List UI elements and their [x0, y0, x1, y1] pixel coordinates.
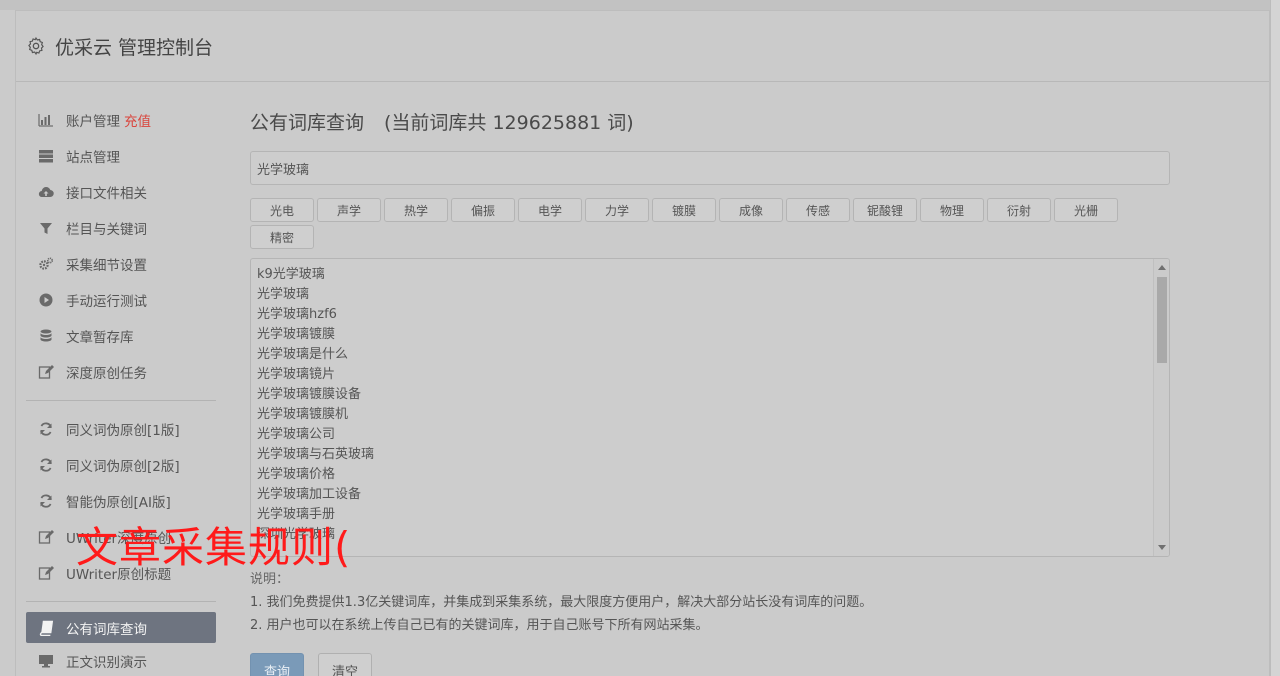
- result-line: k9光学玻璃: [257, 267, 325, 282]
- query-button[interactable]: 查询: [250, 653, 304, 676]
- tag-button[interactable]: 热学: [384, 198, 448, 222]
- tag-button[interactable]: 铌酸锂: [853, 198, 917, 222]
- tag-button[interactable]: 电学: [518, 198, 582, 222]
- sidebar-item[interactable]: 文章暂存库: [26, 318, 216, 354]
- result-scrollbar[interactable]: [1153, 259, 1169, 556]
- action-buttons: 查询 清空: [250, 653, 1170, 676]
- sidebar-item[interactable]: 同义词伪原创[1版]: [26, 411, 216, 447]
- category-tags: 光电 声学 热学 偏振 电学 力学 镀膜 成像 传感 铌酸锂 物理 衍射 光栅精密: [250, 198, 1170, 249]
- tag-button[interactable]: 传感: [786, 198, 850, 222]
- tag-button[interactable]: 力学: [585, 198, 649, 222]
- gears-icon: [37, 256, 55, 272]
- clear-button[interactable]: 清空: [318, 653, 372, 676]
- tag-button[interactable]: 物理: [920, 198, 984, 222]
- result-line: 光学玻璃加工设备: [257, 487, 362, 502]
- filter-icon: [37, 220, 55, 236]
- recharge-link[interactable]: 充值: [124, 110, 151, 130]
- notes: 说明： 1. 我们免费提供1.3亿关键词库，并集成到采集系统，最大限度方便用户，…: [250, 568, 1170, 637]
- page-heading-text: 公有词库查询: [250, 112, 365, 134]
- refresh-icon: [37, 421, 55, 437]
- app-title: 优采云 管理控制台: [55, 36, 214, 59]
- scroll-thumb[interactable]: [1157, 277, 1167, 363]
- tag-button[interactable]: 声学: [317, 198, 381, 222]
- tag-button[interactable]: 衍射: [987, 198, 1051, 222]
- result-line: 光学玻璃: [257, 287, 310, 302]
- sidebar-item-label: 采集细节设置: [66, 258, 147, 274]
- edit-icon: [37, 565, 55, 581]
- sidebar-item-label: 正文识别演示: [66, 655, 147, 671]
- result-line: 光学玻璃与石英玻璃: [257, 447, 375, 462]
- tag-button[interactable]: 成像: [719, 198, 783, 222]
- app-header: 优采云 管理控制台: [16, 11, 1269, 82]
- result-line: 光学玻璃镀膜设备: [257, 387, 362, 402]
- overlay-caption: 文章采集规则(: [76, 523, 352, 572]
- sidebar-item-label: 深度原创任务: [66, 366, 147, 382]
- result-line: 光学玻璃是什么: [257, 347, 349, 362]
- sidebar-divider: [26, 400, 216, 401]
- book-icon: [37, 620, 55, 636]
- tag-button[interactable]: 精密: [250, 225, 314, 249]
- refresh-icon: [37, 457, 55, 473]
- sidebar-divider: [26, 601, 216, 602]
- sidebar-item-label: 站点管理: [66, 150, 120, 166]
- result-textarea[interactable]: k9光学玻璃 光学玻璃 光学玻璃hzf6 光学玻璃镀膜 光学玻璃是什么 光学玻璃镜片 光学玻…: [250, 258, 1170, 557]
- sidebar-item[interactable]: 同义词伪原创[2版]: [26, 447, 216, 483]
- word-count: (当前词库共 129625881 词): [384, 112, 634, 134]
- result-line: 光学玻璃价格: [257, 467, 336, 482]
- sidebar: 账户管理 充值站点管理接口文件相关 栏目与关键词 采集细节设置 手动运行测试 文章暂存库深…: [26, 102, 216, 676]
- notes-line-2: 2. 用户也可以在系统上传自己已有的关键词库，用于自己账号下所有网站采集。: [250, 618, 709, 633]
- result-line: 光学玻璃手册: [257, 507, 336, 522]
- page-title: 公有词库查询 (当前词库共 129625881 词): [250, 108, 1170, 144]
- window-scrollbar[interactable]: [1270, 0, 1280, 676]
- scroll-down-arrow-icon[interactable]: [1158, 545, 1166, 550]
- sidebar-item[interactable]: 手动运行测试: [26, 282, 216, 318]
- sidebar-item-label: 同义词伪原创[2版]: [66, 459, 180, 475]
- sidebar-item-label: 公有词库查询: [66, 621, 147, 638]
- sidebar-item[interactable]: 采集细节设置: [26, 246, 216, 282]
- search-input-value: 光学玻璃: [257, 162, 310, 178]
- sidebar-item[interactable]: 账户管理 充值: [26, 102, 216, 138]
- tag-button[interactable]: 镀膜: [652, 198, 716, 222]
- result-line: 光学玻璃镜片: [257, 367, 336, 382]
- edit-icon: [37, 364, 55, 380]
- top-strip: [0, 0, 1280, 10]
- sidebar-item[interactable]: 站点管理: [26, 138, 216, 174]
- result-line: 深圳光学玻璃: [257, 527, 336, 542]
- tag-button[interactable]: 光电: [250, 198, 314, 222]
- sidebar-item[interactable]: 智能伪原创[AI版]: [26, 483, 216, 519]
- result-list: k9光学玻璃 光学玻璃 光学玻璃hzf6 光学玻璃镀膜 光学玻璃是什么 光学玻璃镜片 光学玻…: [251, 259, 1169, 551]
- database-icon: [37, 328, 55, 344]
- tag-button[interactable]: 光栅: [1054, 198, 1118, 222]
- sidebar-item-label: 智能伪原创[AI版]: [66, 495, 171, 511]
- server-icon: [37, 148, 55, 164]
- sidebar-item[interactable]: 接口文件相关: [26, 174, 216, 210]
- sidebar-item[interactable]: 公有词库查询: [26, 612, 216, 643]
- result-line: 光学玻璃镀膜机: [257, 407, 349, 422]
- edit-icon: [37, 529, 55, 545]
- refresh-icon: [37, 493, 55, 509]
- sidebar-item-label: 栏目与关键词: [66, 222, 147, 238]
- sidebar-item-label: 文章暂存库: [66, 330, 134, 346]
- sidebar-item-label: 手动运行测试: [66, 294, 147, 310]
- scroll-up-arrow-icon[interactable]: [1158, 265, 1166, 270]
- search-input[interactable]: 光学玻璃: [250, 151, 1170, 185]
- sidebar-item[interactable]: 深度原创任务: [26, 354, 216, 390]
- play-circle-icon: [37, 292, 55, 308]
- cloud-upload-icon: [37, 184, 55, 200]
- sidebar-item-label: 账户管理: [66, 114, 120, 130]
- sidebar-item[interactable]: 栏目与关键词: [26, 210, 216, 246]
- sidebar-item[interactable]: 正文识别演示: [26, 643, 216, 676]
- sidebar-item-label: 接口文件相关: [66, 186, 147, 202]
- monitor-icon: [37, 653, 55, 669]
- notes-line-1: 1. 我们免费提供1.3亿关键词库，并集成到采集系统，最大限度方便用户，解决大部…: [250, 595, 873, 610]
- sidebar-item-label: 同义词伪原创[1版]: [66, 423, 180, 439]
- notes-title: 说明：: [250, 572, 290, 587]
- result-line: 光学玻璃hzf6: [257, 307, 337, 322]
- tag-button[interactable]: 偏振: [451, 198, 515, 222]
- result-line: 光学玻璃公司: [257, 427, 336, 442]
- main-content: 公有词库查询 (当前词库共 129625881 词) 光学玻璃 光电 声学 热学 偏振电…: [250, 108, 1170, 676]
- gear-icon: [28, 36, 44, 56]
- result-line: 光学玻璃镀膜: [257, 327, 336, 342]
- bar-chart-icon: [37, 112, 55, 128]
